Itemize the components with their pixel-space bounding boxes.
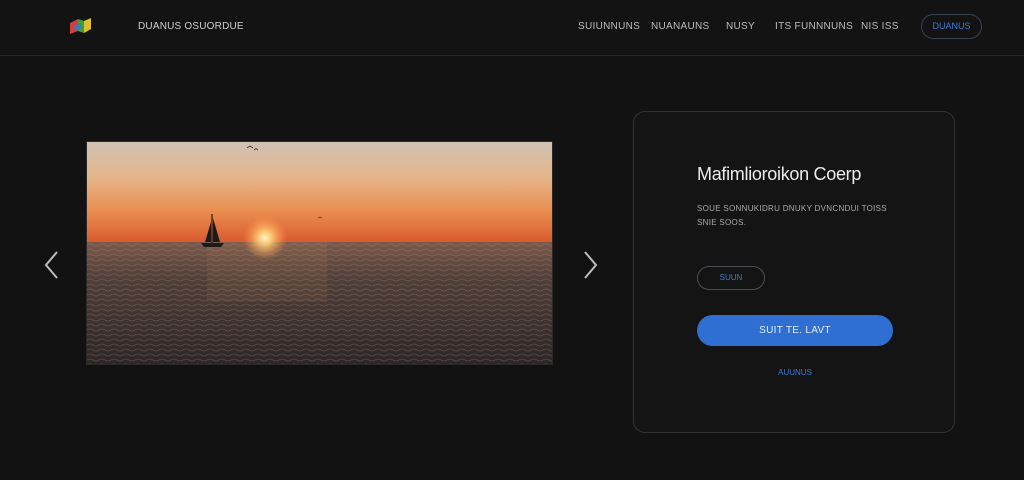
card-link[interactable]: AUUNUS bbox=[697, 368, 893, 377]
secondary-pill-button[interactable]: SUUN bbox=[697, 266, 765, 290]
card-description-line-1: SOUE SONNUKIDRU DNUKY DVNCNDUI TOISS bbox=[697, 204, 887, 213]
top-header: DUANUS OSUORDUE SUIUNNUNS NUANAUNS NUSY … bbox=[0, 0, 1024, 56]
brand-logo-icon[interactable] bbox=[68, 17, 92, 35]
nav-item-2[interactable]: NUANAUNS bbox=[651, 21, 710, 32]
card-title: Mafimlioroikon Coerp bbox=[697, 164, 862, 184]
primary-cta-button[interactable]: SUIT TE. LAVT bbox=[697, 315, 893, 346]
chevron-right-icon[interactable] bbox=[580, 250, 600, 280]
card-description-line-2: SNIE SOOS. bbox=[697, 218, 747, 227]
info-card: Mafimlioroikon Coerp SOUE SONNUKIDRU DNU… bbox=[633, 111, 955, 433]
nav-item-3[interactable]: NUSY bbox=[726, 21, 755, 32]
nav-item-5[interactable]: NIS ISS bbox=[861, 21, 899, 32]
nav-item-4[interactable]: ITS FUNNNUNS bbox=[775, 21, 853, 32]
brand-name[interactable]: DUANUS OSUORDUE bbox=[138, 21, 244, 32]
card-description: SOUE SONNUKIDRU DNUKY DVNCNDUI TOISS SNI… bbox=[697, 202, 897, 230]
nav-item-1[interactable]: SUIUNNUNS bbox=[578, 21, 640, 32]
header-action-button[interactable]: DUANUS bbox=[921, 14, 982, 39]
carousel-image bbox=[86, 141, 553, 365]
sunset-sea-image bbox=[87, 142, 552, 364]
chevron-left-icon[interactable] bbox=[42, 250, 62, 280]
